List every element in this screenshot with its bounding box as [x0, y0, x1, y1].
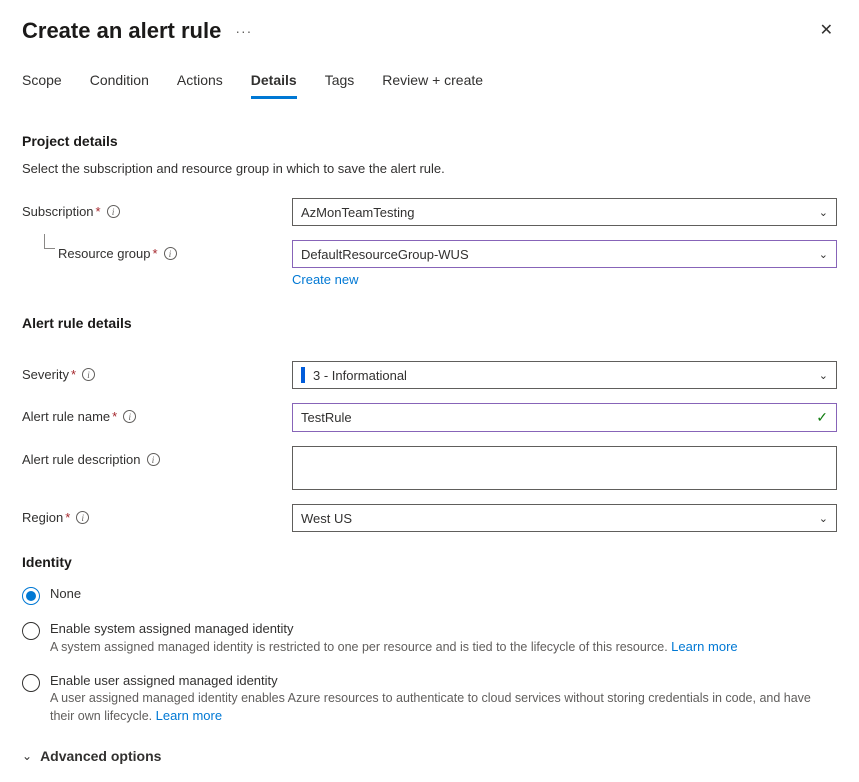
required-icon: *	[153, 246, 158, 261]
chevron-down-icon: ⌄	[819, 369, 828, 382]
alert-rule-description-row: Alert rule description i	[22, 446, 837, 490]
info-icon[interactable]: i	[76, 511, 89, 524]
learn-more-link[interactable]: Learn more	[156, 708, 222, 723]
alert-rule-name-label: Alert rule name	[22, 409, 110, 424]
severity-dropdown[interactable]: 3 - Informational ⌄	[292, 361, 837, 389]
radio-icon[interactable]	[22, 587, 40, 605]
chevron-down-icon: ⌄	[819, 512, 828, 525]
identity-none-label: None	[50, 586, 837, 601]
required-icon: *	[71, 367, 76, 382]
tab-tags[interactable]: Tags	[325, 72, 355, 99]
severity-color-bar	[301, 367, 305, 383]
tab-review-create[interactable]: Review + create	[382, 72, 483, 99]
required-icon: *	[112, 409, 117, 424]
severity-label: Severity	[22, 367, 69, 382]
tab-details[interactable]: Details	[251, 72, 297, 99]
identity-user-desc: A user assigned managed identity enables…	[50, 690, 837, 726]
region-value: West US	[301, 511, 352, 526]
info-icon[interactable]: i	[147, 453, 160, 466]
alert-rule-name-value: TestRule	[301, 410, 352, 425]
chevron-down-icon: ⌄	[22, 749, 32, 763]
more-icon[interactable]: ···	[235, 23, 252, 39]
alert-rule-name-label-col: Alert rule name * i	[22, 403, 292, 424]
header-left: Create an alert rule ···	[22, 18, 252, 44]
learn-more-link[interactable]: Learn more	[671, 639, 737, 654]
alert-rule-details-heading: Alert rule details	[22, 315, 837, 331]
identity-system-desc: A system assigned managed identity is re…	[50, 638, 837, 657]
identity-section: Identity None Enable system assigned man…	[22, 554, 837, 764]
required-icon: *	[65, 510, 70, 525]
project-details-help: Select the subscription and resource gro…	[22, 161, 837, 176]
alert-rule-description-label-col: Alert rule description i	[22, 446, 292, 467]
region-label-col: Region * i	[22, 504, 292, 525]
identity-radio-group: None Enable system assigned managed iden…	[22, 586, 837, 726]
subscription-dropdown[interactable]: AzMonTeamTesting ⌄	[292, 198, 837, 226]
info-icon[interactable]: i	[164, 247, 177, 260]
tab-condition[interactable]: Condition	[90, 72, 149, 99]
radio-icon[interactable]	[22, 674, 40, 692]
resource-group-row: Resource group * i DefaultResourceGroup-…	[22, 240, 837, 268]
alert-rule-name-input[interactable]: TestRule ✓	[292, 403, 837, 432]
page-title: Create an alert rule	[22, 18, 221, 44]
subscription-label-col: Subscription * i	[22, 198, 292, 219]
chevron-down-icon: ⌄	[819, 206, 828, 219]
info-icon[interactable]: i	[107, 205, 120, 218]
close-icon[interactable]: ✕	[816, 19, 837, 43]
identity-system-desc-text: A system assigned managed identity is re…	[50, 640, 671, 654]
alert-rule-name-row: Alert rule name * i TestRule ✓	[22, 403, 837, 432]
advanced-options-label: Advanced options	[40, 748, 161, 764]
subscription-row: Subscription * i AzMonTeamTesting ⌄	[22, 198, 837, 226]
radio-icon[interactable]	[22, 622, 40, 640]
region-row: Region * i West US ⌄	[22, 504, 837, 532]
identity-heading: Identity	[22, 554, 837, 570]
resource-group-dropdown[interactable]: DefaultResourceGroup-WUS ⌄	[292, 240, 837, 268]
region-label: Region	[22, 510, 63, 525]
identity-option-none[interactable]: None	[22, 586, 837, 605]
identity-option-user[interactable]: Enable user assigned managed identity A …	[22, 673, 837, 726]
create-new-link[interactable]: Create new	[292, 272, 358, 287]
severity-label-col: Severity * i	[22, 361, 292, 382]
project-details-heading: Project details	[22, 133, 837, 149]
identity-option-system[interactable]: Enable system assigned managed identity …	[22, 621, 837, 657]
tab-actions[interactable]: Actions	[177, 72, 223, 99]
chevron-down-icon: ⌄	[819, 248, 828, 261]
alert-rule-description-label: Alert rule description	[22, 452, 141, 467]
identity-user-label: Enable user assigned managed identity	[50, 673, 837, 688]
resource-group-value: DefaultResourceGroup-WUS	[301, 247, 469, 262]
subscription-label: Subscription	[22, 204, 94, 219]
project-details-section: Project details Select the subscription …	[22, 133, 837, 287]
tabs: Scope Condition Actions Details Tags Rev…	[22, 72, 837, 99]
alert-rule-description-input[interactable]	[292, 446, 837, 490]
severity-value: 3 - Informational	[313, 368, 407, 383]
resource-group-label: Resource group	[58, 246, 151, 261]
info-icon[interactable]: i	[123, 410, 136, 423]
subscription-value: AzMonTeamTesting	[301, 205, 414, 220]
tab-scope[interactable]: Scope	[22, 72, 62, 99]
required-icon: *	[96, 204, 101, 219]
region-dropdown[interactable]: West US ⌄	[292, 504, 837, 532]
severity-row: Severity * i 3 - Informational ⌄	[22, 361, 837, 389]
info-icon[interactable]: i	[82, 368, 95, 381]
identity-system-label: Enable system assigned managed identity	[50, 621, 837, 636]
check-icon: ✓	[816, 409, 828, 426]
advanced-options-toggle[interactable]: ⌄ Advanced options	[22, 748, 837, 764]
resource-group-label-col: Resource group * i	[22, 240, 292, 261]
alert-rule-details-section: Alert rule details Severity * i 3 - Info…	[22, 315, 837, 532]
page-header: Create an alert rule ··· ✕	[22, 18, 837, 44]
